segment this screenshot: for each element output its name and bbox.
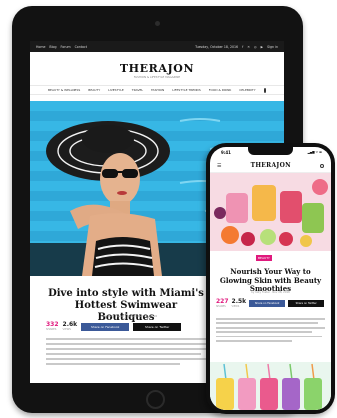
- phone-notch: [248, 147, 293, 155]
- share-facebook-button[interactable]: Share on Facebook: [81, 322, 130, 331]
- site-tagline: FASHION & LIFESTYLE MAGAZINE: [133, 75, 181, 79]
- facebook-icon[interactable]: f: [242, 45, 243, 49]
- menu-item-travel[interactable]: TRAVEL: [132, 88, 143, 92]
- menu-item-livestyle[interactable]: LIVESTYLE: [108, 88, 124, 92]
- views-counter: 2.5k VIEWS: [231, 299, 247, 309]
- top-bar: Home Blog Forum Contact Tuesday, October…: [30, 41, 284, 52]
- top-nav-contact[interactable]: Contact: [75, 45, 87, 49]
- article-body: [216, 318, 325, 344]
- smoothies-image[interactable]: [210, 173, 331, 251]
- share-twitter-button[interactable]: Share on Twitter: [133, 322, 182, 331]
- menu-item-food-drink[interactable]: FOOD & DRINK: [209, 88, 232, 92]
- youtube-icon[interactable]: ▶: [261, 45, 263, 49]
- status-icons: ▂▄▆ ᯤ ▬: [307, 150, 322, 154]
- menu-item-beauty[interactable]: BEAUTY: [88, 88, 100, 92]
- menu-item-celebrity[interactable]: CELEBRITY: [239, 88, 255, 92]
- bottles-illustration: [210, 362, 331, 410]
- search-icon[interactable]: [319, 163, 324, 168]
- site-logo[interactable]: THERAJON: [30, 62, 284, 75]
- share-bar: 332 SHARES 2.6k VIEWS Share on Facebook …: [46, 322, 182, 332]
- share-twitter-button[interactable]: Share on Twitter: [288, 300, 325, 307]
- article-meta: by Katy Foster · November 28, 2016: [102, 314, 158, 318]
- home-button[interactable]: [146, 390, 165, 409]
- top-nav-blog[interactable]: Blog: [49, 45, 56, 49]
- search-icon[interactable]: [263, 87, 266, 93]
- instagram-icon[interactable]: ◎: [254, 45, 257, 49]
- date-label: Tuesday, October 18, 2016: [195, 44, 239, 49]
- menu-item-lifestyle-trends[interactable]: LIFESTYLE TRENDS: [172, 88, 201, 92]
- views-label: VIEWS: [231, 305, 240, 308]
- views-counter: 2.6k VIEWS: [62, 322, 78, 332]
- sign-in-link[interactable]: Sign in: [267, 45, 278, 49]
- article-title[interactable]: Dive into style with Miami's Hottest Swi…: [46, 288, 206, 324]
- share-bar: 227 SHARES 2.5k VIEWS Share on Facebook …: [216, 299, 325, 309]
- hamburger-menu-icon[interactable]: ☰: [217, 163, 221, 169]
- menu-item-fashion[interactable]: FASHION: [151, 88, 164, 92]
- shares-counter: 332 SHARES: [46, 322, 59, 332]
- article-meta: by Katy Foster · Nov 28, 2016: [251, 291, 290, 294]
- smoothies-illustration: [210, 173, 331, 251]
- main-menu: BEAUTY & WELLNESS BEAUTY LIVESTYLE TRAVE…: [30, 85, 284, 95]
- top-bar-right: Tuesday, October 18, 2016 f ✕ ◎ ▶ Sign i…: [195, 45, 278, 49]
- share-facebook-button[interactable]: Share on Facebook: [249, 300, 286, 307]
- top-nav-home[interactable]: Home: [36, 45, 45, 49]
- phone-header: ☰ THERAJON: [210, 159, 331, 173]
- shares-label: SHARES: [216, 305, 226, 308]
- status-time: 9:41: [221, 150, 231, 155]
- views-label: VIEWS: [62, 328, 71, 331]
- article-title[interactable]: Nourish Your Way to Glowing Skin with Be…: [216, 267, 325, 294]
- top-nav: Home Blog Forum Contact: [36, 45, 87, 49]
- category-badge[interactable]: BEAUTY: [256, 255, 272, 261]
- phone-device: 9:41 ▂▄▆ ᯤ ▬ ☰ THERAJON BEAUTY Nourish Y…: [206, 143, 335, 414]
- top-nav-forum[interactable]: Forum: [60, 45, 70, 49]
- smoothie-bottles-image[interactable]: [210, 362, 331, 410]
- phone-screen: 9:41 ▂▄▆ ᯤ ▬ ☰ THERAJON BEAUTY Nourish Y…: [210, 147, 331, 410]
- shares-label: SHARES: [46, 328, 57, 331]
- menu-item-beauty-wellness[interactable]: BEAUTY & WELLNESS: [48, 88, 80, 92]
- article-body: [46, 338, 214, 368]
- site-logo[interactable]: THERAJON: [251, 162, 291, 169]
- shares-counter: 227 SHARES: [216, 299, 229, 309]
- twitter-icon[interactable]: ✕: [247, 45, 250, 49]
- front-camera: [155, 21, 160, 26]
